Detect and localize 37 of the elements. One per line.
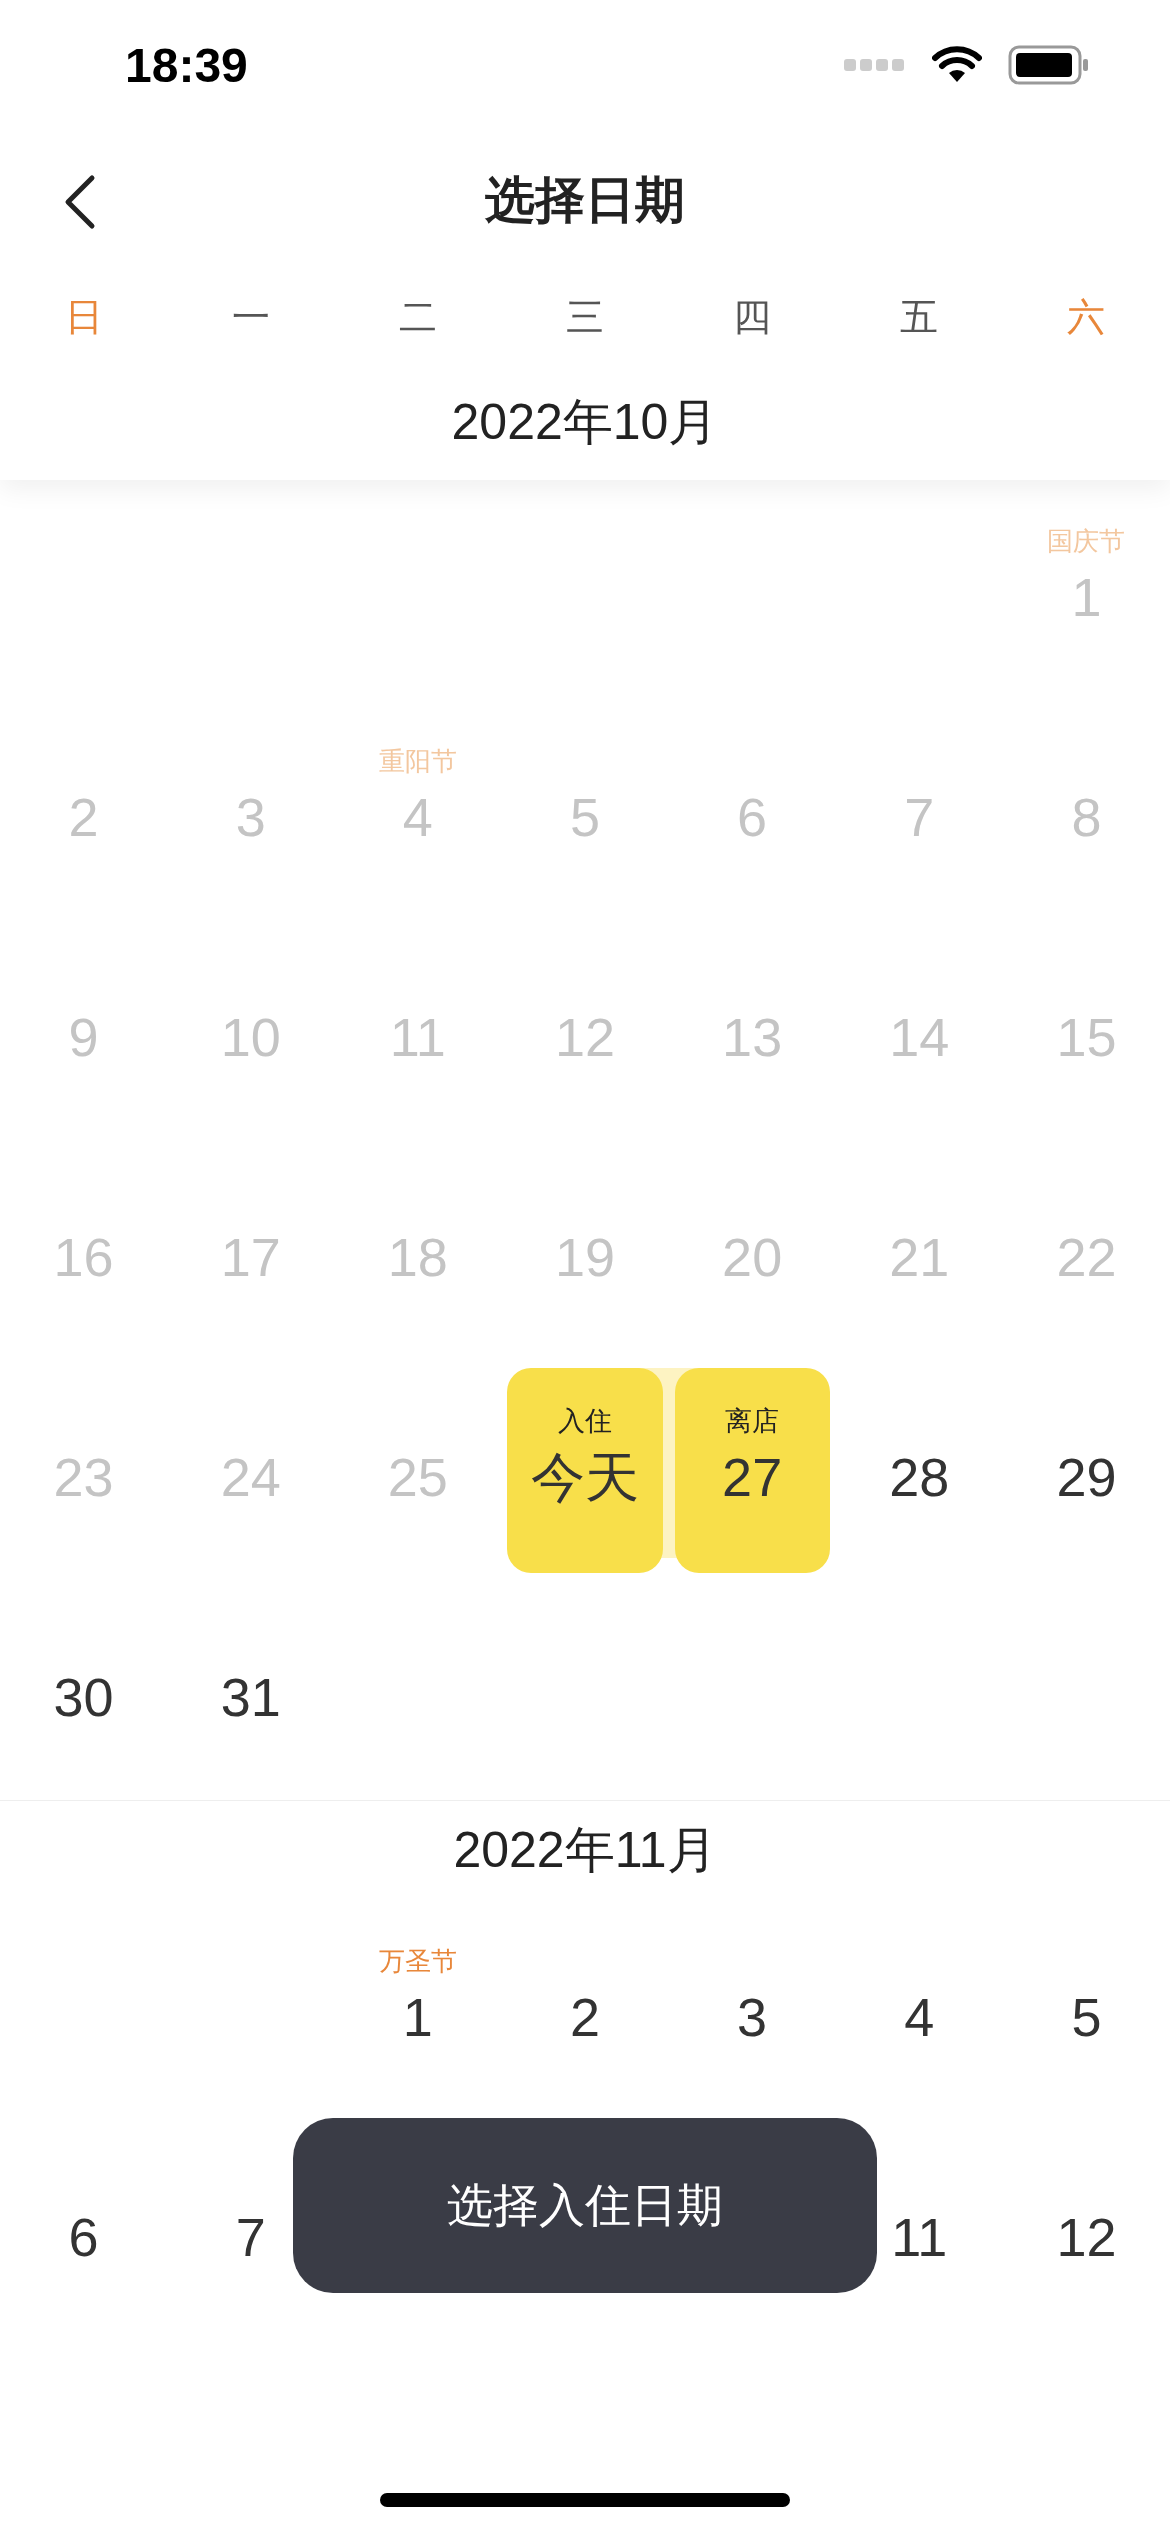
date-number[interactable]: 今天 [531, 1438, 639, 1516]
wifi-icon [932, 46, 982, 84]
weekday-label: 一 [231, 295, 270, 340]
date-number[interactable]: 5 [1071, 1978, 1102, 2056]
signal-icon [844, 57, 906, 73]
month-title: 2022年11月 [453, 1821, 717, 1880]
page-title: 选择日期 [485, 170, 685, 230]
date-tag: 离店 [725, 1403, 780, 1439]
date-number[interactable]: 28 [889, 1438, 950, 1516]
date-number[interactable]: 2 [569, 1978, 600, 2056]
weekday-label: 六 [1067, 295, 1106, 340]
date-number[interactable]: 7 [235, 2198, 266, 2276]
holiday-label: 国庆节 [1047, 524, 1126, 558]
weekday-label: 日 [64, 295, 103, 340]
date-number[interactable]: 6 [68, 2198, 99, 2276]
date-number[interactable]: 4 [904, 1978, 935, 2056]
month-title: 2022年10月 [451, 393, 719, 452]
date-number[interactable]: 1 [402, 1978, 433, 2056]
battery-icon [1008, 45, 1090, 85]
weekday-label: 二 [398, 295, 437, 340]
holiday-label: 万圣节 [378, 1944, 457, 1978]
toast-text: 选择入住日期 [447, 2177, 723, 2233]
date-number[interactable]: 27 [722, 1438, 783, 1516]
date-number[interactable]: 31 [220, 1658, 281, 1736]
weekday-label: 四 [733, 295, 772, 340]
holiday-label: 重阳节 [378, 744, 457, 778]
date-tag: 入住 [558, 1403, 612, 1439]
date-number[interactable]: 30 [53, 1658, 114, 1736]
weekday-label: 三 [566, 295, 604, 340]
date-number[interactable]: 29 [1056, 1438, 1117, 1516]
weekday-label: 五 [900, 295, 939, 340]
date-number[interactable]: 3 [737, 1978, 768, 2056]
selected-date-card[interactable]: 离店 27 [674, 1368, 830, 1573]
date-number[interactable]: 12 [1056, 2198, 1117, 2276]
date-number[interactable]: 11 [891, 2198, 948, 2276]
selected-date-card[interactable]: 入住 今天 [507, 1368, 663, 1573]
status-time: 18:39 [125, 37, 248, 93]
